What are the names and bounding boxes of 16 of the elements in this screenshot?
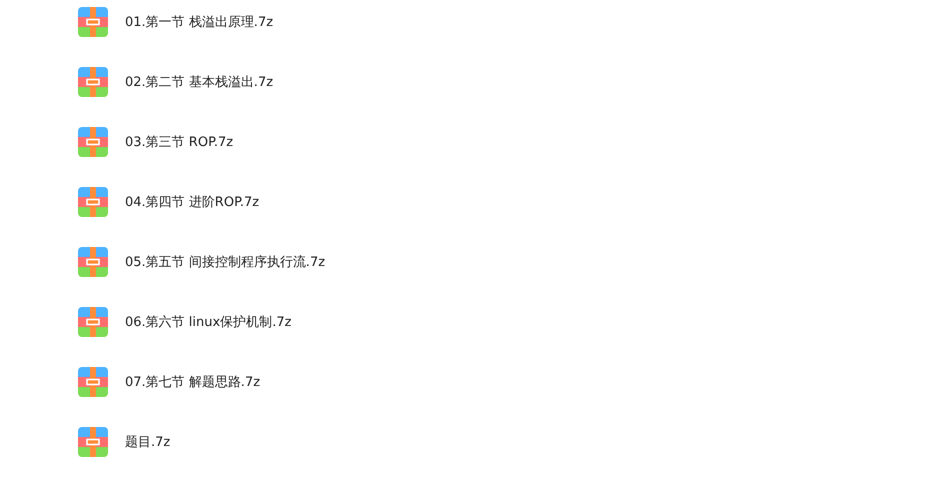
archive-icon bbox=[78, 67, 108, 97]
archive-icon bbox=[78, 367, 108, 397]
file-name[interactable]: 06.第六节 linux保护机制.7z bbox=[125, 313, 292, 331]
file-name[interactable]: 07.第七节 解题思路.7z bbox=[125, 373, 260, 391]
archive-icon bbox=[78, 187, 108, 217]
file-name[interactable]: 02.第二节 基本栈溢出.7z bbox=[125, 73, 274, 91]
archive-icon bbox=[78, 307, 108, 337]
archive-icon bbox=[78, 247, 108, 277]
file-name[interactable]: 05.第五节 间接控制程序执行流.7z bbox=[125, 253, 326, 271]
file-name[interactable]: 题目.7z bbox=[125, 433, 170, 451]
archive-icon bbox=[78, 427, 108, 457]
file-name[interactable]: 04.第四节 进阶ROP.7z bbox=[125, 193, 260, 211]
archive-icon bbox=[78, 127, 108, 157]
file-name[interactable]: 01.第一节 栈溢出原理.7z bbox=[125, 13, 274, 31]
archive-icon bbox=[78, 7, 108, 37]
file-name[interactable]: 03.第三节 ROP.7z bbox=[125, 133, 234, 151]
